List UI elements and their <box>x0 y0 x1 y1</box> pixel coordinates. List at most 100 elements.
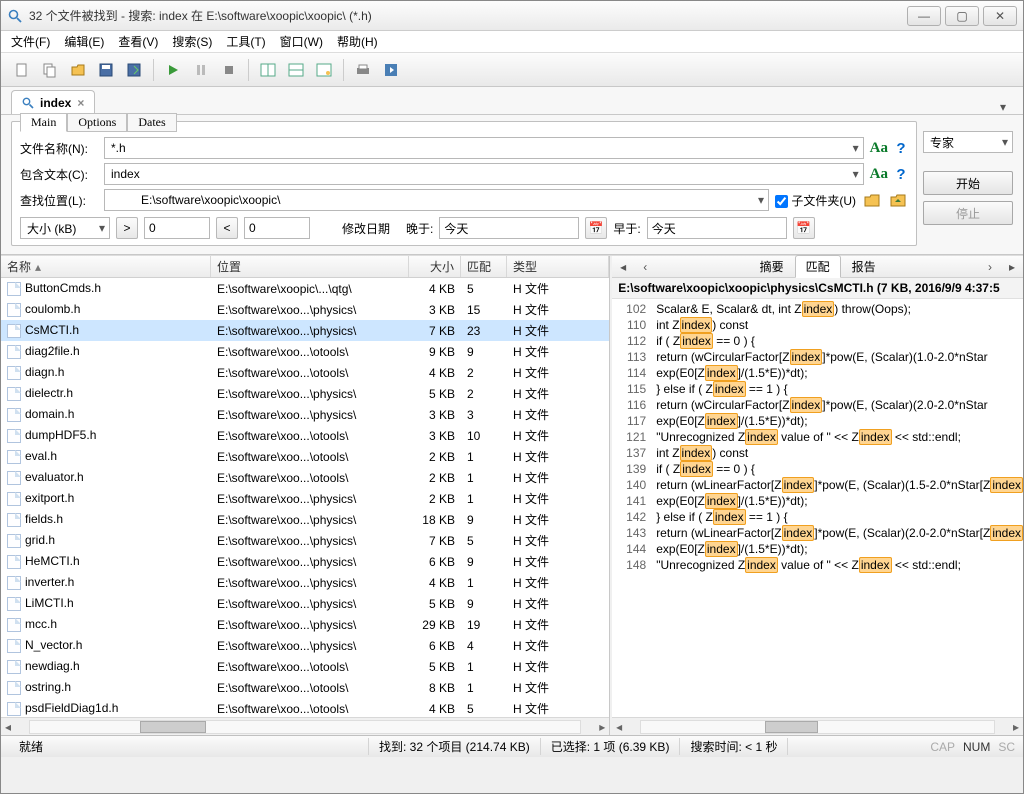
code-line[interactable]: 141 exp(E0[Zindex]/(1.5*E))*dt); <box>612 493 1023 509</box>
table-row[interactable]: LiMCTI.hE:\software\xoo...\physics\5 KB9… <box>1 593 609 614</box>
help-icon-2[interactable]: ? <box>894 166 908 183</box>
stop-icon[interactable] <box>216 57 242 83</box>
filename-input[interactable]: *.h▾ <box>104 137 864 159</box>
expert-combo[interactable]: 专家▾ <box>923 131 1013 153</box>
size-unit-combo[interactable]: 大小 (kB)▾ <box>20 217 110 239</box>
tab-close-icon[interactable]: × <box>77 96 84 110</box>
table-row[interactable]: inverter.hE:\software\xoo...\physics\4 K… <box>1 572 609 593</box>
table-row[interactable]: HeMCTI.hE:\software\xoo...\physics\6 KB9… <box>1 551 609 572</box>
layout2-icon[interactable] <box>283 57 309 83</box>
copy-icon[interactable] <box>37 57 63 83</box>
table-row[interactable]: fields.hE:\software\xoo...\physics\18 KB… <box>1 509 609 530</box>
help-icon[interactable]: ? <box>894 140 908 157</box>
browse-folder-up-icon[interactable] <box>888 191 908 209</box>
code-line[interactable]: 112if ( Zindex == 0 ) { <box>612 333 1023 349</box>
calendar-icon-2[interactable]: 📅 <box>793 217 815 239</box>
code-line[interactable]: 140 return (wLinearFactor[Zindex]*pow(E,… <box>612 477 1023 493</box>
maximize-button[interactable]: ▢ <box>945 6 979 26</box>
print-icon[interactable] <box>350 57 376 83</box>
col-type[interactable]: 类型 <box>507 256 609 277</box>
menu-help[interactable]: 帮助(H) <box>337 33 378 50</box>
table-row[interactable]: dumpHDF5.hE:\software\xoo...\otools\3 KB… <box>1 425 609 446</box>
table-row[interactable]: diagn.hE:\software\xoo...\otools\4 KB2H … <box>1 362 609 383</box>
size-min-input[interactable] <box>144 217 210 239</box>
nav-next-icon[interactable]: › <box>979 260 1001 274</box>
size-less-button[interactable]: < <box>216 217 238 239</box>
case-sensitive-icon-2[interactable]: Aa <box>870 166 888 183</box>
minimize-button[interactable]: — <box>907 6 941 26</box>
code-line[interactable]: 121 "Unrecognized Zindex value of " << Z… <box>612 429 1023 445</box>
table-row[interactable]: diag2file.hE:\software\xoo...\otools\9 K… <box>1 341 609 362</box>
table-row[interactable]: psdFieldDiag1d.hE:\software\xoo...\otool… <box>1 698 609 717</box>
table-row[interactable]: exitport.hE:\software\xoo...\physics\2 K… <box>1 488 609 509</box>
size-max-input[interactable] <box>244 217 310 239</box>
stop-button[interactable]: 停止 <box>923 201 1013 225</box>
right-tab-matches[interactable]: 匹配 <box>795 255 841 278</box>
col-location[interactable]: 位置 <box>211 256 409 277</box>
case-sensitive-icon[interactable]: Aa <box>870 140 888 157</box>
table-row[interactable]: eval.hE:\software\xoo...\otools\2 KB1H 文… <box>1 446 609 467</box>
search-tab[interactable]: index × <box>11 90 95 114</box>
date-after-input[interactable] <box>439 217 579 239</box>
open-icon[interactable] <box>65 57 91 83</box>
exit-icon[interactable] <box>378 57 404 83</box>
right-tab-report[interactable]: 报告 <box>841 255 887 278</box>
close-button[interactable]: ✕ <box>983 6 1017 26</box>
nav-first-icon[interactable]: ◂ <box>612 260 634 274</box>
code-line[interactable]: 137int Zindex) const <box>612 445 1023 461</box>
table-row[interactable]: dielectr.hE:\software\xoo...\physics\5 K… <box>1 383 609 404</box>
results-hscroll[interactable]: ◂▸ <box>1 717 609 735</box>
save-icon[interactable] <box>93 57 119 83</box>
browse-folder-icon[interactable] <box>862 191 882 209</box>
table-row[interactable]: ButtonCmds.hE:\software\xoopic\...\qtg\4… <box>1 278 609 299</box>
table-row[interactable]: grid.hE:\software\xoo...\physics\7 KB5H … <box>1 530 609 551</box>
code-line[interactable]: 113 return (wCircularFactor[Zindex]*pow(… <box>612 349 1023 365</box>
table-row[interactable]: newdiag.hE:\software\xoo...\otools\5 KB1… <box>1 656 609 677</box>
col-name[interactable]: 名称 ▴ <box>1 256 211 277</box>
nav-last-icon[interactable]: ▸ <box>1001 260 1023 274</box>
table-row[interactable]: CsMCTI.hE:\software\xoo...\physics\7 KB2… <box>1 320 609 341</box>
nav-prev-icon[interactable]: ‹ <box>634 260 656 274</box>
preview-code[interactable]: 102Scalar& E, Scalar& dt, int Zindex) th… <box>612 299 1023 717</box>
menu-window[interactable]: 窗口(W) <box>280 33 323 50</box>
date-before-input[interactable] <box>647 217 787 239</box>
menu-search[interactable]: 搜索(S) <box>172 33 212 50</box>
tab-dropdown-icon[interactable]: ▾ <box>993 100 1013 114</box>
table-row[interactable]: coulomb.hE:\software\xoo...\physics\3 KB… <box>1 299 609 320</box>
right-tab-summary[interactable]: 摘要 <box>749 255 795 278</box>
code-line[interactable]: 117 exp(E0[Zindex]/(1.5*E))*dt); <box>612 413 1023 429</box>
menu-edit[interactable]: 编辑(E) <box>64 33 104 50</box>
code-line[interactable]: 144 exp(E0[Zindex]/(1.5*E))*dt); <box>612 541 1023 557</box>
code-line[interactable]: 110int Zindex) const <box>612 317 1023 333</box>
code-line[interactable]: 148 "Unrecognized Zindex value of " << Z… <box>612 557 1023 573</box>
lookin-input[interactable]: E:\software\xoopic\xoopic\▾ <box>104 189 769 211</box>
subtab-main[interactable]: Main <box>20 113 67 132</box>
code-line[interactable]: 143 return (wLinearFactor[Zindex]*pow(E,… <box>612 525 1023 541</box>
preview-hscroll[interactable]: ◂▸ <box>612 717 1023 735</box>
export-icon[interactable] <box>121 57 147 83</box>
results-list[interactable]: ButtonCmds.hE:\software\xoopic\...\qtg\4… <box>1 278 609 717</box>
table-row[interactable]: mcc.hE:\software\xoo...\physics\29 KB19H… <box>1 614 609 635</box>
code-line[interactable]: 139if ( Zindex == 0 ) { <box>612 461 1023 477</box>
code-line[interactable]: 116 return (wCircularFactor[Zindex]*pow(… <box>612 397 1023 413</box>
col-size[interactable]: 大小 <box>409 256 461 277</box>
calendar-icon[interactable]: 📅 <box>585 217 607 239</box>
start-button[interactable]: 开始 <box>923 171 1013 195</box>
menu-tools[interactable]: 工具(T) <box>226 33 265 50</box>
table-row[interactable]: domain.hE:\software\xoo...\physics\3 KB3… <box>1 404 609 425</box>
subtab-dates[interactable]: Dates <box>127 113 176 132</box>
table-row[interactable]: ostring.hE:\software\xoo...\otools\8 KB1… <box>1 677 609 698</box>
code-line[interactable]: 142} else if ( Zindex == 1 ) { <box>612 509 1023 525</box>
subfolder-checkbox[interactable]: 子文件夹(U) <box>775 192 856 209</box>
subtab-options[interactable]: Options <box>67 113 127 132</box>
pause-icon[interactable] <box>188 57 214 83</box>
table-row[interactable]: N_vector.hE:\software\xoo...\physics\6 K… <box>1 635 609 656</box>
size-greater-button[interactable]: > <box>116 217 138 239</box>
code-line[interactable]: 115} else if ( Zindex == 1 ) { <box>612 381 1023 397</box>
table-row[interactable]: evaluator.hE:\software\xoo...\otools\2 K… <box>1 467 609 488</box>
menu-view[interactable]: 查看(V) <box>118 33 158 50</box>
col-matches[interactable]: 匹配 <box>461 256 507 277</box>
layout3-icon[interactable] <box>311 57 337 83</box>
code-line[interactable]: 102Scalar& E, Scalar& dt, int Zindex) th… <box>612 301 1023 317</box>
new-icon[interactable] <box>9 57 35 83</box>
